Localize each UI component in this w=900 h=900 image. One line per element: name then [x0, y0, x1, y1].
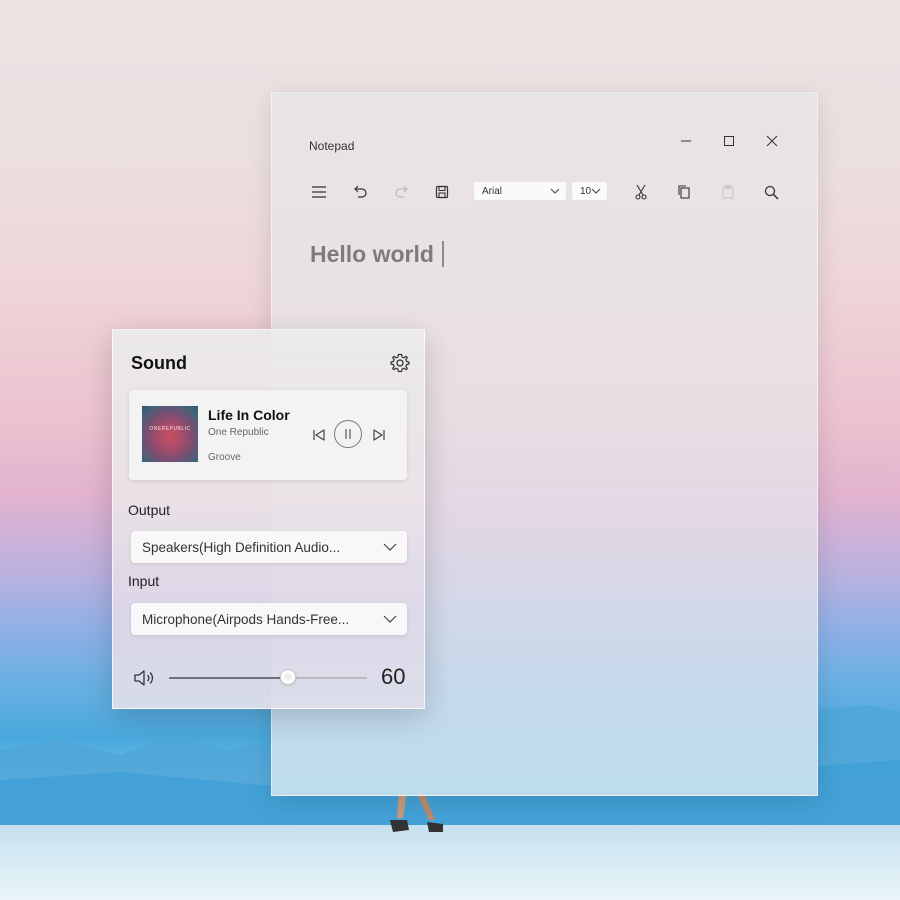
paste-button[interactable]	[716, 180, 740, 204]
pause-icon	[345, 429, 351, 439]
sound-title: Sound	[131, 353, 187, 373]
previous-track-button[interactable]	[310, 426, 328, 444]
font-size-dropdown[interactable]: 10	[571, 181, 608, 201]
gear-icon[interactable]	[389, 352, 411, 374]
album-art: ONEREPUBLIC	[142, 406, 198, 462]
scissors-icon	[635, 184, 647, 200]
copy-button[interactable]	[672, 180, 696, 204]
save-icon	[435, 185, 449, 199]
album-art-text: ONEREPUBLIC	[149, 426, 191, 432]
chevron-down-icon	[383, 543, 397, 551]
chevron-down-icon	[383, 615, 397, 623]
media-card: ONEREPUBLIC Life In Color One Republic G…	[129, 390, 407, 480]
chevron-down-icon	[591, 188, 601, 194]
close-button[interactable]	[757, 129, 787, 153]
maximize-icon	[724, 136, 734, 146]
cut-button[interactable]	[629, 180, 653, 204]
document-editor[interactable]: Hello world	[310, 241, 444, 268]
track-artist: One Republic	[208, 427, 269, 438]
redo-icon	[395, 185, 408, 198]
input-device-value: Microphone(Airpods Hands-Free...	[142, 611, 350, 627]
next-track-icon	[373, 429, 385, 441]
menu-button[interactable]	[307, 180, 331, 204]
minimize-icon	[681, 140, 691, 142]
input-device-select[interactable]: Microphone(Airpods Hands-Free...	[131, 603, 407, 635]
font-size-value: 10	[580, 185, 592, 197]
volume-slider-thumb[interactable]	[279, 669, 296, 685]
font-family-dropdown[interactable]: Arial	[473, 181, 567, 201]
previous-track-icon	[313, 429, 325, 441]
track-title: Life In Color	[208, 407, 290, 423]
sound-flyout: Sound ONEREPUBLIC Life In Color One Repu…	[112, 329, 425, 709]
minimize-button[interactable]	[671, 129, 701, 153]
redo-button[interactable]	[390, 180, 414, 204]
play-pause-button[interactable]	[334, 420, 362, 448]
search-icon	[764, 185, 779, 200]
save-button[interactable]	[430, 180, 454, 204]
output-device-value: Speakers(High Definition Audio...	[142, 539, 341, 555]
text-caret	[441, 241, 444, 267]
document-text: Hello world	[310, 241, 434, 267]
volume-slider-fill	[169, 677, 288, 679]
output-device-select[interactable]: Speakers(High Definition Audio...	[131, 531, 407, 563]
walker-legs	[390, 790, 443, 832]
paste-icon	[722, 184, 734, 199]
speaker-volume-icon[interactable]	[133, 668, 157, 688]
volume-slider[interactable]	[169, 669, 367, 685]
next-track-button[interactable]	[370, 426, 388, 444]
undo-icon	[354, 185, 367, 198]
input-label: Input	[128, 573, 160, 589]
media-app-name: Groove	[208, 452, 241, 463]
chevron-down-icon	[550, 188, 560, 194]
hamburger-icon	[312, 186, 326, 198]
copy-icon	[678, 185, 690, 199]
undo-button[interactable]	[348, 180, 372, 204]
window-title: Notepad	[309, 139, 355, 153]
volume-value: 60	[381, 664, 406, 689]
font-family-value: Arial	[482, 185, 503, 197]
search-button[interactable]	[759, 180, 783, 204]
close-icon	[766, 135, 778, 147]
output-label: Output	[128, 502, 171, 518]
maximize-button[interactable]	[714, 129, 744, 153]
